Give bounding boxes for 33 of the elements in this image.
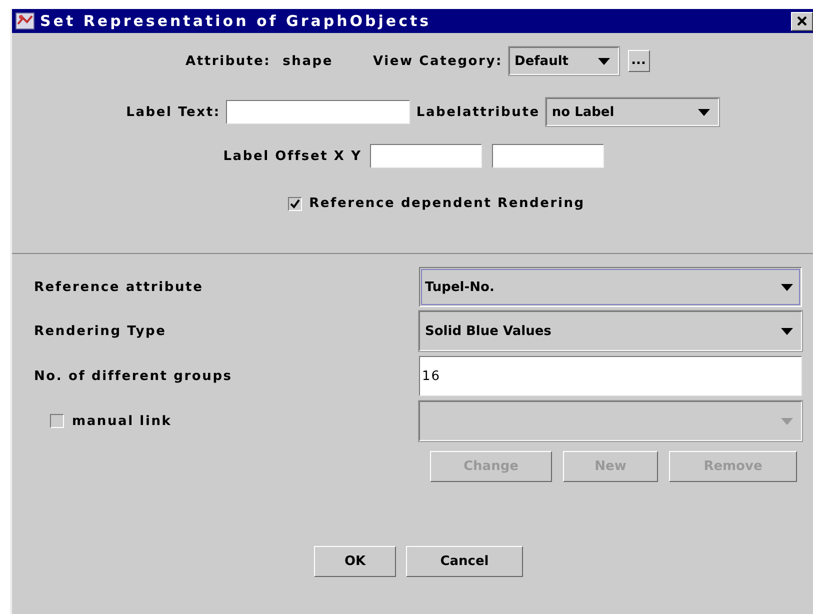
dropdown[interactable]: Tupel-No. xyxy=(418,267,802,307)
attribute-value: shape xyxy=(282,54,334,68)
dropdown[interactable]: Solid Blue Values xyxy=(418,311,802,351)
view-category-label: View Category: xyxy=(373,54,503,68)
label-text-label: Label Text: xyxy=(126,104,220,120)
app-icon xyxy=(15,12,35,30)
field-label: Reference attribute xyxy=(34,280,204,294)
caret-icon xyxy=(598,58,610,64)
view-category-dropdown[interactable]: Default xyxy=(508,47,619,75)
attribute-label: Attribute: xyxy=(185,54,271,68)
checkbox[interactable] xyxy=(288,196,302,210)
label-attribute-dropdown[interactable]: no Label xyxy=(546,98,719,126)
label-attribute-label: Labelattribute xyxy=(416,104,540,120)
offset-x-field[interactable] xyxy=(370,144,482,168)
checkbox-label: manual link xyxy=(72,414,172,428)
dialog-button[interactable]: Cancel xyxy=(406,546,523,577)
field-label: No. of different groups xyxy=(34,368,234,384)
more-button[interactable]: ... xyxy=(628,50,650,72)
close-icon xyxy=(796,15,808,27)
groups-field[interactable]: 16 xyxy=(418,356,802,396)
label-offset-label: Label Offset X Y xyxy=(223,148,362,164)
label-text-field[interactable] xyxy=(226,100,410,124)
checkbox-label: Reference dependent Rendering xyxy=(309,196,585,211)
close-button[interactable] xyxy=(791,12,813,30)
dialog-button[interactable]: OK xyxy=(314,546,396,577)
field-label: Rendering Type xyxy=(34,324,168,338)
offset-y-field[interactable] xyxy=(492,144,604,168)
checkmark-icon xyxy=(290,198,300,208)
caret-icon xyxy=(781,284,793,290)
caret-icon xyxy=(781,418,793,424)
window-title: Set Representation of GraphObjects xyxy=(40,12,432,30)
caret-icon xyxy=(781,328,793,334)
caret-icon xyxy=(698,108,710,116)
